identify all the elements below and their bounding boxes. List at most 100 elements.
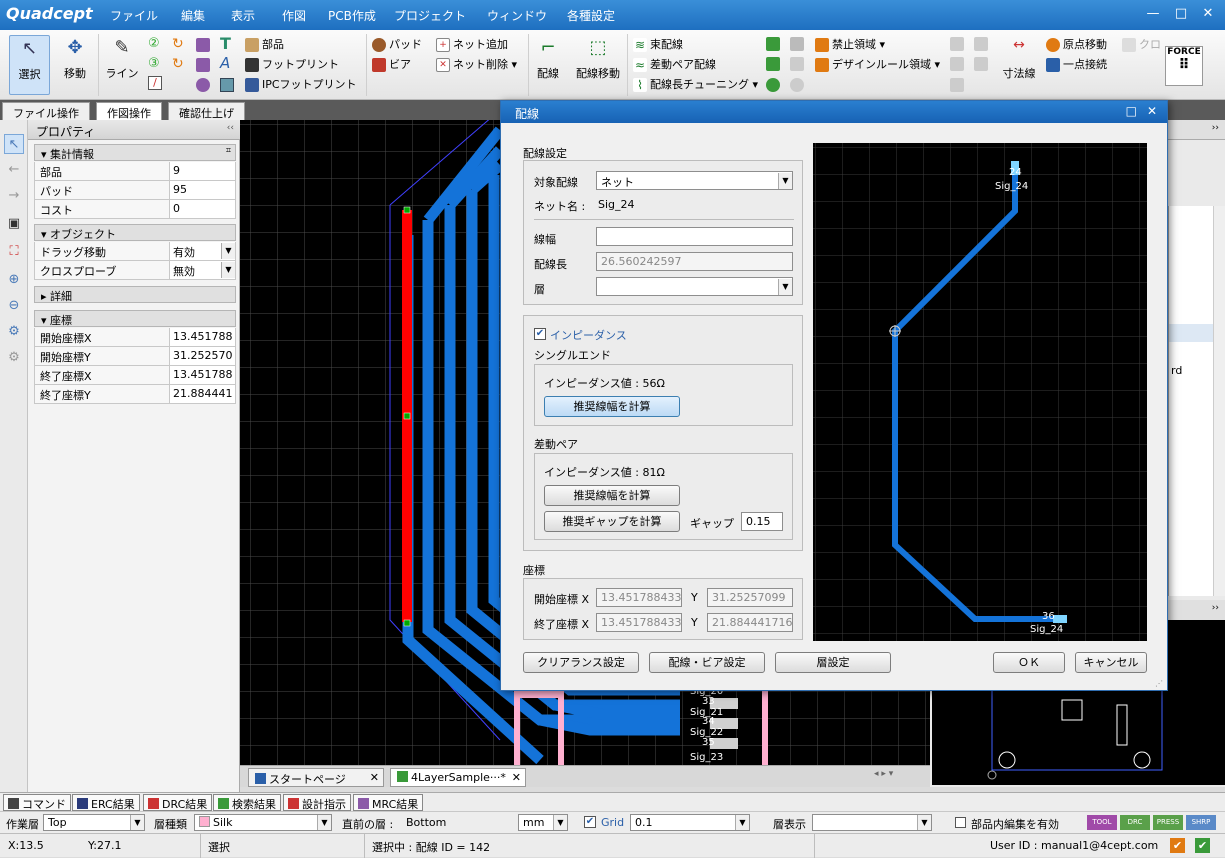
section-detail[interactable]: ▸ 詳細 (34, 286, 236, 303)
pad-button[interactable]: パッド (372, 36, 434, 54)
fill-green2-icon[interactable] (766, 57, 780, 71)
tab-file-ops[interactable]: ファイル操作 (2, 102, 90, 120)
expand-icon[interactable]: ›› (1212, 603, 1219, 613)
circle-2-icon[interactable]: ② (148, 36, 160, 51)
tab-close-icon[interactable]: ✕ (512, 771, 521, 784)
net-delete-button[interactable]: ✕ ネット削除 ▾ (436, 56, 531, 74)
minimize-button[interactable]: — (1142, 4, 1164, 24)
calc-width2-button[interactable]: 推奨線幅を計算 (544, 485, 680, 506)
design-rule-area-button[interactable]: デザインルール領域 ▾ (815, 56, 947, 74)
menu-window[interactable]: ウィンドウ (487, 7, 547, 24)
dialog-maximize-icon[interactable]: □ (1126, 104, 1137, 118)
drc-badge[interactable]: DRC (1120, 815, 1150, 830)
tab-command[interactable]: コマンド (3, 794, 71, 811)
shrp-badge[interactable]: SHRP (1186, 815, 1216, 830)
width-input[interactable] (596, 227, 793, 246)
tab-close-icon[interactable]: ✕ (370, 771, 379, 784)
tab-search[interactable]: 検索結果 (213, 794, 281, 811)
line-tool-button[interactable]: ✎ ライン (103, 35, 141, 95)
footprint-button[interactable]: フットプリント (245, 56, 365, 74)
grid-select[interactable]: 0.1 ▼ (630, 814, 750, 831)
maximize-button[interactable]: □ (1170, 4, 1192, 24)
select-tool-button[interactable]: ↖ 選択 (9, 35, 50, 95)
image-icon[interactable] (220, 78, 234, 92)
calc-width-button[interactable]: 推奨線幅を計算 (544, 396, 680, 417)
dropdown-arrow-icon[interactable]: ▼ (221, 243, 235, 259)
grid-checkbox[interactable]: ✔ (584, 816, 596, 828)
fill-green-icon[interactable] (766, 37, 780, 51)
impedance-checkbox[interactable]: ✔ (534, 328, 546, 340)
menu-pcb[interactable]: PCB作成 (328, 7, 376, 24)
circle-3-icon[interactable]: ③ (148, 56, 160, 71)
layer-settings-button[interactable]: 層設定 (775, 652, 891, 673)
text-icon[interactable]: T (220, 34, 231, 53)
fit-view-icon[interactable]: ⛶ (4, 242, 24, 262)
settings-gear2-icon[interactable]: ⚙ (4, 348, 24, 368)
rect-icon[interactable] (196, 58, 210, 72)
tab-4layer-sample[interactable]: 4LayerSample···* ✕ (390, 768, 526, 787)
keepout-button[interactable]: 禁止領域 ▾ (815, 36, 947, 54)
tab-mrc[interactable]: MRC結果 (353, 794, 424, 811)
edit-check-icon[interactable]: ✔ (1170, 838, 1185, 853)
work-layer-select[interactable]: Top ▼ (43, 814, 145, 831)
section-coords[interactable]: ▾ 座標 (34, 310, 236, 327)
unit-select[interactable]: mm ▼ (518, 814, 568, 831)
prop-value[interactable]: 31.252570 (173, 349, 235, 362)
layer-display-select[interactable]: ▼ (812, 814, 932, 831)
menu-view[interactable]: 表示 (231, 7, 255, 24)
tool-badge[interactable]: TOOL (1087, 815, 1117, 830)
clip-button[interactable]: クロ (1122, 36, 1161, 54)
ok-button[interactable]: ＯＫ (993, 652, 1065, 673)
cancel-button[interactable]: キャンセル (1075, 652, 1147, 673)
trace-handle[interactable] (403, 206, 411, 214)
pin-icon[interactable]: ⌗ (226, 146, 231, 156)
target-route-select[interactable]: ネット ▼ (596, 171, 793, 190)
back-icon[interactable]: ← (4, 160, 24, 180)
arc-icon[interactable]: ↻ (172, 36, 184, 52)
section-object[interactable]: ▾ オブジェクト (34, 224, 236, 241)
section-summary[interactable]: ▾ 集計情報 ⌗ (34, 144, 236, 161)
fill-gray2-icon[interactable] (790, 57, 804, 71)
ipc-footprint-button[interactable]: IPCフットプリント (245, 76, 365, 94)
fill-gray-icon[interactable] (790, 37, 804, 51)
tab-drc[interactable]: DRC結果 (143, 794, 213, 811)
pointer-icon[interactable]: ↖ (4, 134, 24, 154)
press-badge[interactable]: PRESS (1153, 815, 1183, 830)
prop-value[interactable]: 13.451788 (173, 330, 235, 343)
arc2-icon[interactable]: ↻ (172, 56, 184, 72)
tab-design-instruction[interactable]: 設計指示 (283, 794, 351, 811)
dimension-button[interactable]: ↔ 寸法線 (998, 35, 1040, 95)
menu-file[interactable]: ファイル (110, 7, 158, 24)
text-style-icon[interactable]: A (220, 54, 230, 72)
tab-draw-ops[interactable]: 作図操作 (96, 102, 162, 120)
save-icon[interactable]: ▣ (4, 214, 24, 234)
menu-project[interactable]: プロジェクト (394, 7, 466, 24)
layer-select[interactable]: ▼ (596, 277, 793, 296)
gap-input[interactable]: 0.15 (741, 512, 783, 531)
prop-value[interactable]: 13.451788 (173, 368, 235, 381)
fill-circle-icon[interactable] (766, 78, 780, 92)
in-part-edit-checkbox[interactable] (955, 817, 966, 828)
net-add-button[interactable]: + ネット追加 (436, 36, 531, 54)
via-button[interactable]: ビア (372, 56, 434, 74)
fill-circle2-icon[interactable] (790, 78, 804, 92)
draw-line-icon[interactable]: / (148, 76, 162, 90)
zoom-out-icon[interactable]: ⊖ (4, 296, 24, 316)
expand-icon[interactable]: ›› (1212, 123, 1219, 133)
ellipse-icon[interactable] (196, 78, 210, 92)
diff-pair-button[interactable]: ≈ 差動ペア配線 (633, 56, 763, 74)
ok-check-icon[interactable]: ✔ (1195, 838, 1210, 853)
close-button[interactable]: ✕ (1197, 4, 1219, 24)
menu-settings[interactable]: 各種設定 (567, 7, 615, 24)
tab-erc[interactable]: ERC結果 (72, 794, 140, 811)
scrollbar[interactable] (1213, 206, 1225, 596)
menu-edit[interactable]: 編集 (181, 7, 205, 24)
dropdown-arrow-icon[interactable]: ▼ (221, 262, 235, 278)
layer-type-select[interactable]: Silk ▼ (194, 814, 332, 831)
collapse-icon[interactable]: ‹‹ (227, 123, 234, 133)
part-button[interactable]: 部品 (245, 36, 365, 54)
force-button[interactable]: FORCE ⠿ (1165, 46, 1203, 86)
calc-gap-button[interactable]: 推奨ギャップを計算 (544, 511, 680, 532)
route-button[interactable]: ⌐ 配線 (531, 35, 565, 95)
bundle-route-button[interactable]: ≋ 束配線 (633, 36, 763, 54)
